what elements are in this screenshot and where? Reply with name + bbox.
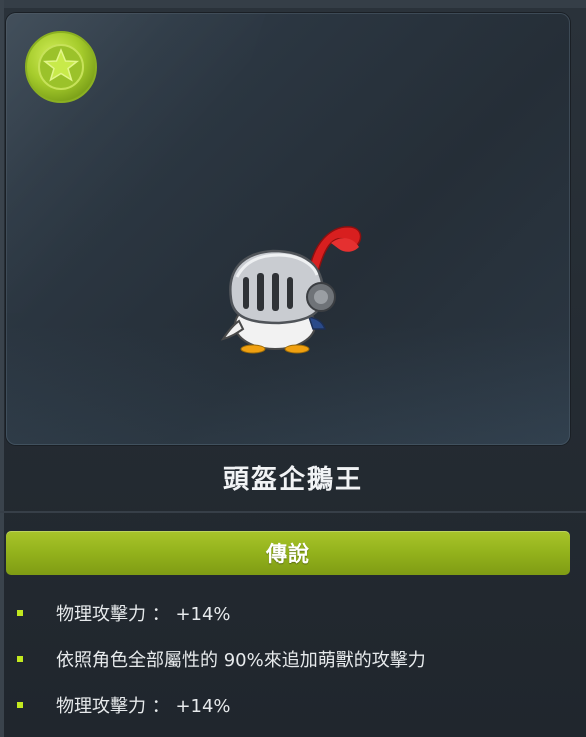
stat-item: 依照角色全部屬性的 90%來追加萌獸的攻擊力 <box>0 636 586 682</box>
bullet-icon <box>17 610 23 616</box>
stat-text: 依照角色全部屬性的 90%來追加萌獸的攻擊力 <box>56 650 426 671</box>
pet-name-row: 頭盔企鵝王 <box>0 452 586 502</box>
pet-name: 頭盔企鵝王 <box>222 464 363 495</box>
bullet-icon <box>17 702 23 708</box>
divider <box>0 511 586 513</box>
grade-label: 傳說 <box>266 542 310 566</box>
grade-bar: 傳說 <box>6 531 570 575</box>
knight-penguin-figure <box>220 226 362 354</box>
stat-item: 物理攻擊力 ： +14% <box>0 590 586 636</box>
stat-text: 物理攻擊力 ： +14% <box>56 604 231 625</box>
stat-list: 物理攻擊力 ： +14% 依照角色全部屬性的 90%來追加萌獸的攻擊力 物理攻擊… <box>0 590 586 728</box>
star-icon <box>25 31 97 103</box>
bullet-icon <box>17 656 23 662</box>
pet-preview-card <box>6 13 570 445</box>
stat-text: 物理攻擊力 ： +14% <box>56 696 231 717</box>
stat-item: 物理攻擊力 ： +14% <box>0 682 586 728</box>
top-edge <box>0 0 586 8</box>
